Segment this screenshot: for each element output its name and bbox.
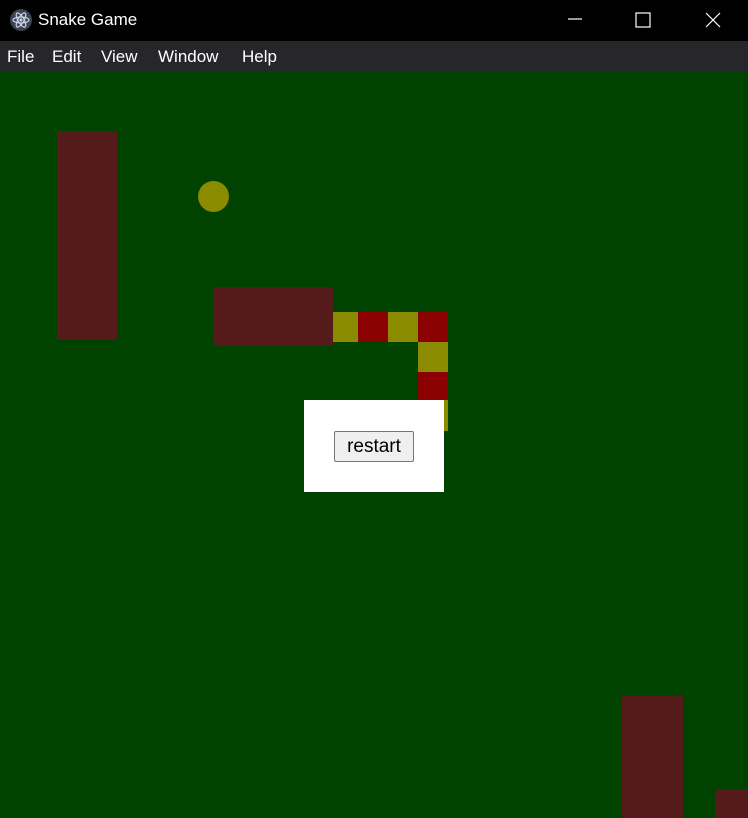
maximize-icon (635, 12, 651, 28)
menu-view[interactable]: View (101, 47, 138, 67)
maximize-button[interactable] (608, 0, 678, 41)
close-icon (705, 12, 721, 28)
wall-obstacle (622, 696, 683, 818)
title-bar: Snake Game (0, 0, 748, 41)
game-board[interactable]: restart (0, 72, 748, 818)
snake-segment (333, 312, 358, 342)
close-button[interactable] (678, 0, 748, 41)
wall-obstacle (57, 131, 117, 340)
minimize-button[interactable] (540, 0, 610, 41)
snake-segment (418, 312, 448, 342)
menu-help[interactable]: Help (242, 47, 277, 67)
menu-edit[interactable]: Edit (52, 47, 81, 67)
snake-segment (388, 312, 418, 342)
food-pellet (198, 181, 229, 212)
restart-button[interactable]: restart (334, 431, 414, 462)
minimize-icon (568, 18, 582, 20)
window-title: Snake Game (38, 10, 138, 29)
game-over-dialog: restart (304, 400, 444, 492)
menu-window[interactable]: Window (158, 47, 218, 67)
snake-segment (418, 342, 448, 372)
electron-atom-icon (10, 9, 32, 31)
wall-obstacle (213, 287, 333, 346)
snake-segment (418, 372, 448, 400)
snake-segment (358, 312, 388, 342)
menu-file[interactable]: File (7, 47, 34, 67)
wall-obstacle (715, 789, 748, 818)
menu-bar: File Edit View Window Help (0, 41, 748, 72)
